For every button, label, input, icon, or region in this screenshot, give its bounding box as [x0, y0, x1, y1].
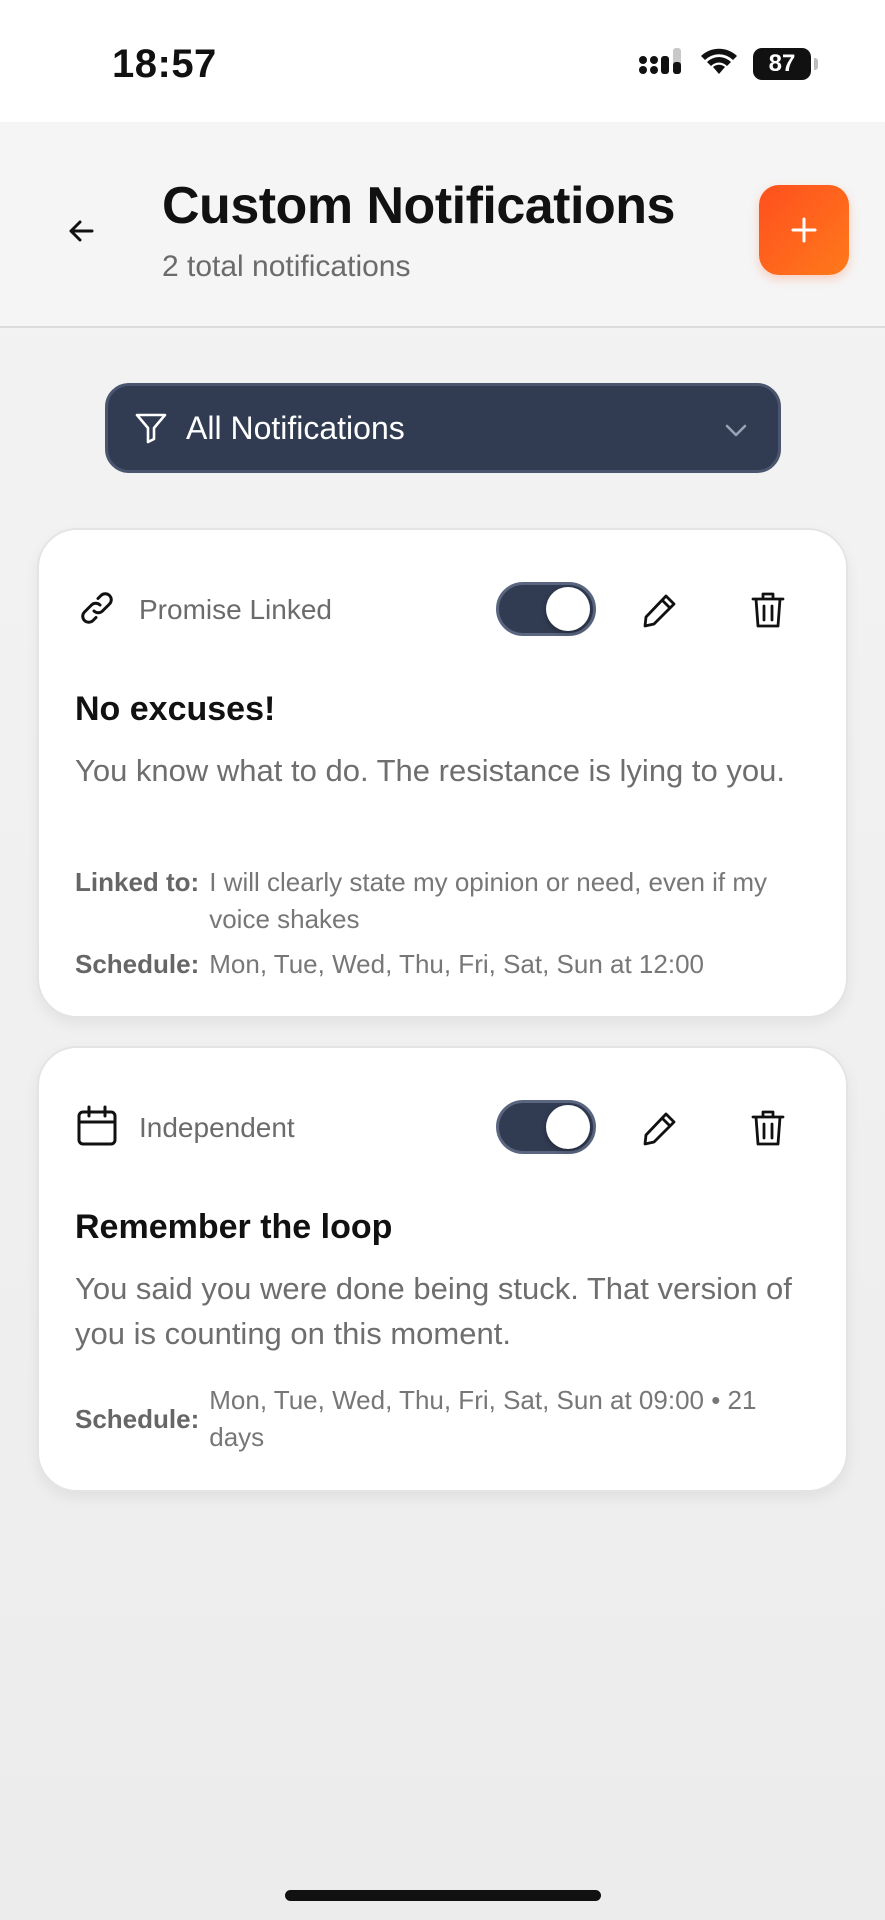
page-header: Custom Notifications 2 total notificatio…: [0, 122, 885, 328]
delete-button[interactable]: [744, 586, 792, 634]
trash-icon: [751, 592, 785, 628]
filter-dropdown[interactable]: All Notifications: [105, 383, 781, 473]
notification-type-label: Promise Linked: [139, 594, 332, 625]
trash-icon: [751, 1110, 785, 1146]
schedule-value: Mon, Tue, Wed, Thu, Fri, Sat, Sun at 09:…: [209, 1385, 757, 1452]
notification-count: 2 total notifications: [162, 250, 411, 283]
pencil-icon: [643, 594, 676, 628]
notification-message: You said you were done being stuck. That…: [75, 1271, 792, 1351]
notification-enabled-toggle[interactable]: [496, 582, 596, 636]
notification-enabled-toggle[interactable]: [496, 1100, 596, 1154]
add-notification-button[interactable]: [759, 185, 849, 275]
page-title: Custom Notifications: [162, 177, 675, 235]
toggle-knob: [546, 587, 590, 631]
schedule-label: Schedule:: [75, 949, 200, 979]
notification-card: Independent Remember the loop You said y…: [37, 1046, 848, 1492]
filter-selected-label: All Notifications: [186, 409, 405, 446]
notification-card: Promise Linked No excuses! You know what…: [37, 528, 848, 1018]
status-bar: 18:57 87: [0, 0, 885, 122]
pencil-icon: [643, 1112, 676, 1146]
notification-title: No excuses!: [75, 690, 276, 728]
edit-button[interactable]: [636, 586, 684, 634]
edit-button[interactable]: [636, 1104, 684, 1152]
linked-row: Linked to: I will clearly state my opini…: [75, 864, 815, 938]
back-button[interactable]: [56, 206, 106, 256]
linked-value: I will clearly state my opinion or need,…: [209, 867, 768, 934]
arrow-left-icon: [69, 220, 94, 242]
screen: 18:57 87 Custom Notifications 2 total no…: [0, 0, 885, 1920]
link-icon: [81, 592, 113, 624]
battery-icon: 87: [753, 47, 818, 80]
plus-icon: [791, 217, 817, 243]
status-icons: 87: [639, 46, 818, 81]
linked-label: Linked to:: [75, 867, 200, 897]
notification-message: You know what to do. The resistance is l…: [75, 753, 785, 788]
signal-icon: [639, 46, 685, 81]
delete-button[interactable]: [744, 1104, 792, 1152]
calendar-icon: [77, 1105, 117, 1146]
schedule-row: Schedule: Mon, Tue, Wed, Thu, Fri, Sat, …: [75, 946, 815, 983]
toggle-knob: [546, 1105, 590, 1149]
chevron-down-icon: [725, 424, 747, 437]
notification-type-label: Independent: [139, 1112, 295, 1143]
schedule-label: Schedule:: [75, 1403, 200, 1434]
schedule-row: Schedule: Mon, Tue, Wed, Thu, Fri, Sat, …: [75, 1382, 815, 1456]
wifi-icon: [699, 46, 739, 81]
schedule-value: Mon, Tue, Wed, Thu, Fri, Sat, Sun at 12:…: [209, 949, 704, 979]
home-indicator: [285, 1890, 601, 1901]
filter-icon: [135, 413, 167, 444]
battery-level: 87: [768, 49, 796, 77]
notification-title: Remember the loop: [75, 1208, 393, 1246]
status-time: 18:57: [112, 42, 217, 86]
